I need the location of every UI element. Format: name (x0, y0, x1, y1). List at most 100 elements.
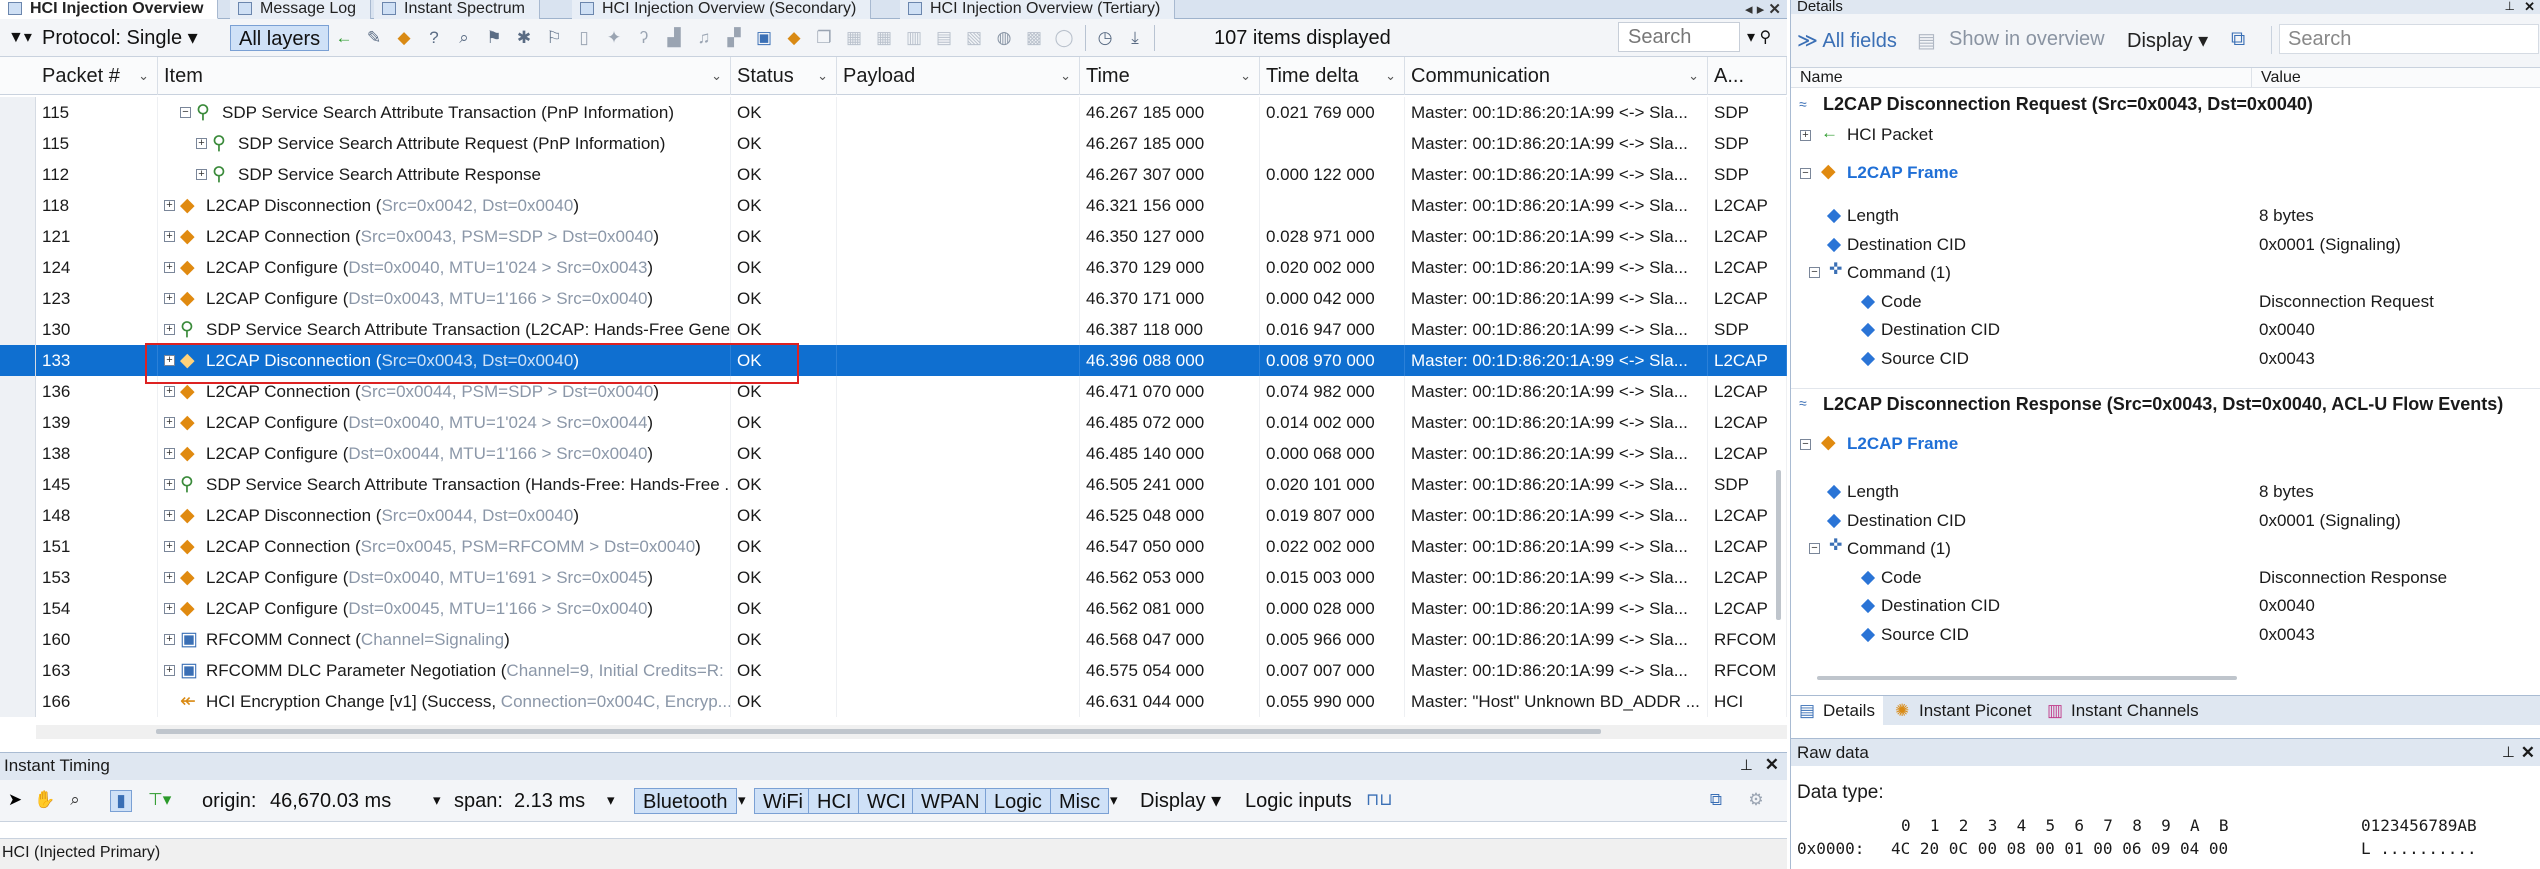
help-icon[interactable]: ? (423, 28, 445, 50)
column-view-icon[interactable]: ▮ (110, 790, 132, 812)
field-name[interactable]: Destination CID (1881, 592, 2000, 620)
field-value[interactable]: 0x0001 (Signaling) (2259, 507, 2401, 535)
collapse-section-icon[interactable]: ≈ (1799, 96, 1807, 112)
expand-icon[interactable]: + (164, 231, 175, 242)
column-time-delta[interactable]: Time delta ⌄ (1260, 57, 1405, 95)
column-time[interactable]: Time ⌄ (1080, 57, 1260, 95)
table-row[interactable]: 160 + ▣ RFCOMM Connect (Channel=Signaling) O… (0, 624, 1787, 655)
search-options-icon[interactable]: ▾ ⚲ (1747, 25, 1771, 51)
close-icon[interactable]: ✕ (1768, 1, 1781, 18)
expand-icon[interactable]: + (164, 293, 175, 304)
filter-hci[interactable]: HCI (808, 788, 861, 814)
timing-canvas[interactable] (0, 822, 1787, 838)
protocol-dropdown[interactable]: Protocol: Single ▾ (42, 25, 198, 51)
l2cap-frame-node[interactable]: L2CAP Frame (1847, 159, 1958, 187)
expand-icon[interactable]: + (164, 324, 175, 335)
field-name[interactable]: Command (1) (1847, 535, 1951, 563)
column-value[interactable]: Value (2251, 68, 2301, 88)
close-icon[interactable]: ✕ (2521, 739, 2535, 767)
span-dropdown-icon[interactable]: ▾ (607, 788, 615, 814)
scroll-left-icon[interactable]: ◂ (1745, 1, 1753, 18)
display-dropdown[interactable]: Display ▾ (1140, 788, 1221, 814)
disabled-icon-2[interactable]: ▦ (873, 28, 895, 50)
expand-icon[interactable]: + (164, 479, 175, 490)
hex-bytes[interactable]: 4C 20 0C 00 08 00 01 00 06 09 04 00 (1891, 839, 2228, 858)
field-name[interactable]: Destination CID (1847, 507, 1966, 535)
table-row[interactable]: 118 + ◆ L2CAP Disconnection (Src=0x0042, Ds… (0, 190, 1787, 221)
expand-icon[interactable]: + (164, 386, 175, 397)
l2cap-icon[interactable]: ◆ (783, 28, 805, 50)
show-in-overview-button[interactable]: Show in overview (1949, 28, 2105, 51)
field-value[interactable]: 8 bytes (2259, 478, 2314, 506)
tab-instant-channels[interactable]: ▥ Instant Channels (2039, 696, 2207, 726)
expand-icon[interactable]: + (164, 603, 175, 614)
column-status[interactable]: Status ⌄ (731, 57, 837, 95)
collapse-icon[interactable]: − (1800, 168, 1811, 179)
bluetooth-dropdown-icon[interactable]: ▾ (738, 788, 746, 814)
column-name[interactable]: Name (1791, 68, 1843, 88)
table-row[interactable]: 138 + ◆ L2CAP Configure (Dst=0x0044, MTU=1'… (0, 438, 1787, 469)
expand-icon[interactable]: + (164, 665, 175, 676)
filter-bluetooth[interactable]: Bluetooth (634, 788, 737, 814)
table-row[interactable]: 123 + ◆ L2CAP Configure (Dst=0x0043, MTU=1'… (0, 283, 1787, 314)
disabled-icon-6[interactable]: ▩ (1023, 28, 1045, 50)
pin-icon[interactable]: ⊥ (1740, 756, 1753, 774)
bookmark-icon[interactable]: ⚑ (483, 28, 505, 50)
table-row[interactable]: 148 + ◆ L2CAP Disconnection (Src=0x0044, Ds… (0, 500, 1787, 531)
clock-icon[interactable]: ◷ (1094, 28, 1116, 50)
disabled-icon-5[interactable]: ▧ (963, 28, 985, 50)
pointer-icon[interactable]: ➤ (4, 790, 26, 812)
table-row[interactable]: 163 + ▣ RFCOMM DLC Parameter Negotiation (C… (0, 655, 1787, 686)
field-value[interactable]: 0x0043 (2259, 621, 2315, 649)
field-value[interactable]: Disconnection Response (2259, 564, 2447, 592)
scroll-right-icon[interactable]: ▸ (1757, 1, 1765, 18)
hook-icon[interactable]: ʔ (633, 28, 655, 50)
expand-icon[interactable]: + (164, 572, 175, 583)
horizontal-scroll-thumb[interactable] (156, 729, 1601, 734)
section-disconnection-request[interactable]: L2CAP Disconnection Request (Src=0x0043,… (1791, 89, 2540, 119)
expand-icon[interactable]: + (164, 262, 175, 273)
table-row[interactable]: 153 + ◆ L2CAP Configure (Dst=0x0040, MTU=1'… (0, 562, 1787, 593)
column-payload[interactable]: Payload ⌄ (837, 57, 1080, 95)
collapse-icon[interactable]: − (1800, 439, 1811, 450)
field-value[interactable]: Disconnection Request (2259, 288, 2434, 316)
column-address[interactable]: A... (1708, 57, 1787, 95)
pin-icon[interactable]: ✦ (603, 28, 625, 50)
table-row[interactable]: 115 − ⚲ SDP Service Search Attribute Transa… (0, 97, 1787, 128)
signal-icon[interactable]: ▞ (723, 28, 745, 50)
field-name[interactable]: Code (1881, 288, 1922, 316)
copy-icon[interactable]: ❐ (813, 28, 835, 50)
export-icon[interactable]: ⧉ (1705, 790, 1727, 812)
expand-icon[interactable]: + (1800, 130, 1811, 141)
field-name[interactable]: Code (1881, 564, 1922, 592)
vertical-scrollbar[interactable] (1776, 470, 1781, 620)
disabled-icon-4[interactable]: ▤ (933, 28, 955, 50)
expand-icon[interactable]: + (164, 541, 175, 552)
table-row[interactable]: 112 + ⚲ SDP Service Search Attribute Respon… (0, 159, 1787, 190)
filter-wifi[interactable]: WiFi (754, 788, 812, 814)
flag-icon[interactable]: ⚐ (543, 28, 565, 50)
table-row[interactable]: 115 + ⚲ SDP Service Search Attribute Reques… (0, 128, 1787, 159)
device-icon[interactable]: ▣ (753, 28, 775, 50)
mouse-icon[interactable]: ▯ (573, 28, 595, 50)
close-icon[interactable]: ✕ (2524, 0, 2535, 13)
field-name[interactable]: Source CID (1881, 345, 1969, 373)
origin-input[interactable]: 46,670.03 ms (270, 788, 391, 814)
hci-packet-node[interactable]: HCI Packet (1847, 121, 1933, 149)
collapse-icon[interactable]: − (180, 107, 191, 118)
tab-message-log[interactable]: Message Log (230, 0, 372, 19)
table-row[interactable]: 151 + ◆ L2CAP Connection (Src=0x0045, PSM=R… (0, 531, 1787, 562)
field-name[interactable]: Destination CID (1881, 316, 2000, 344)
field-name[interactable]: Command (1) (1847, 259, 1951, 287)
all-fields-toggle[interactable]: ≫ All fields (1797, 28, 1897, 53)
disabled-icon-7[interactable]: ◯ (1053, 28, 1075, 50)
chart-icon[interactable]: ▟ (663, 28, 685, 50)
field-name[interactable]: Length (1847, 478, 1899, 506)
tab-instant-piconet[interactable]: ✺ Instant Piconet (1887, 696, 2039, 726)
tab-details[interactable]: ▤ Details (1791, 696, 1883, 726)
filter-logic[interactable]: Logic (985, 788, 1051, 814)
expand-icon[interactable]: + (164, 417, 175, 428)
field-value[interactable]: 0x0040 (2259, 316, 2315, 344)
table-row[interactable]: 145 + ⚲ SDP Service Search Attribute Transa… (0, 469, 1787, 500)
details-search-input[interactable]: Search (2279, 24, 2539, 54)
